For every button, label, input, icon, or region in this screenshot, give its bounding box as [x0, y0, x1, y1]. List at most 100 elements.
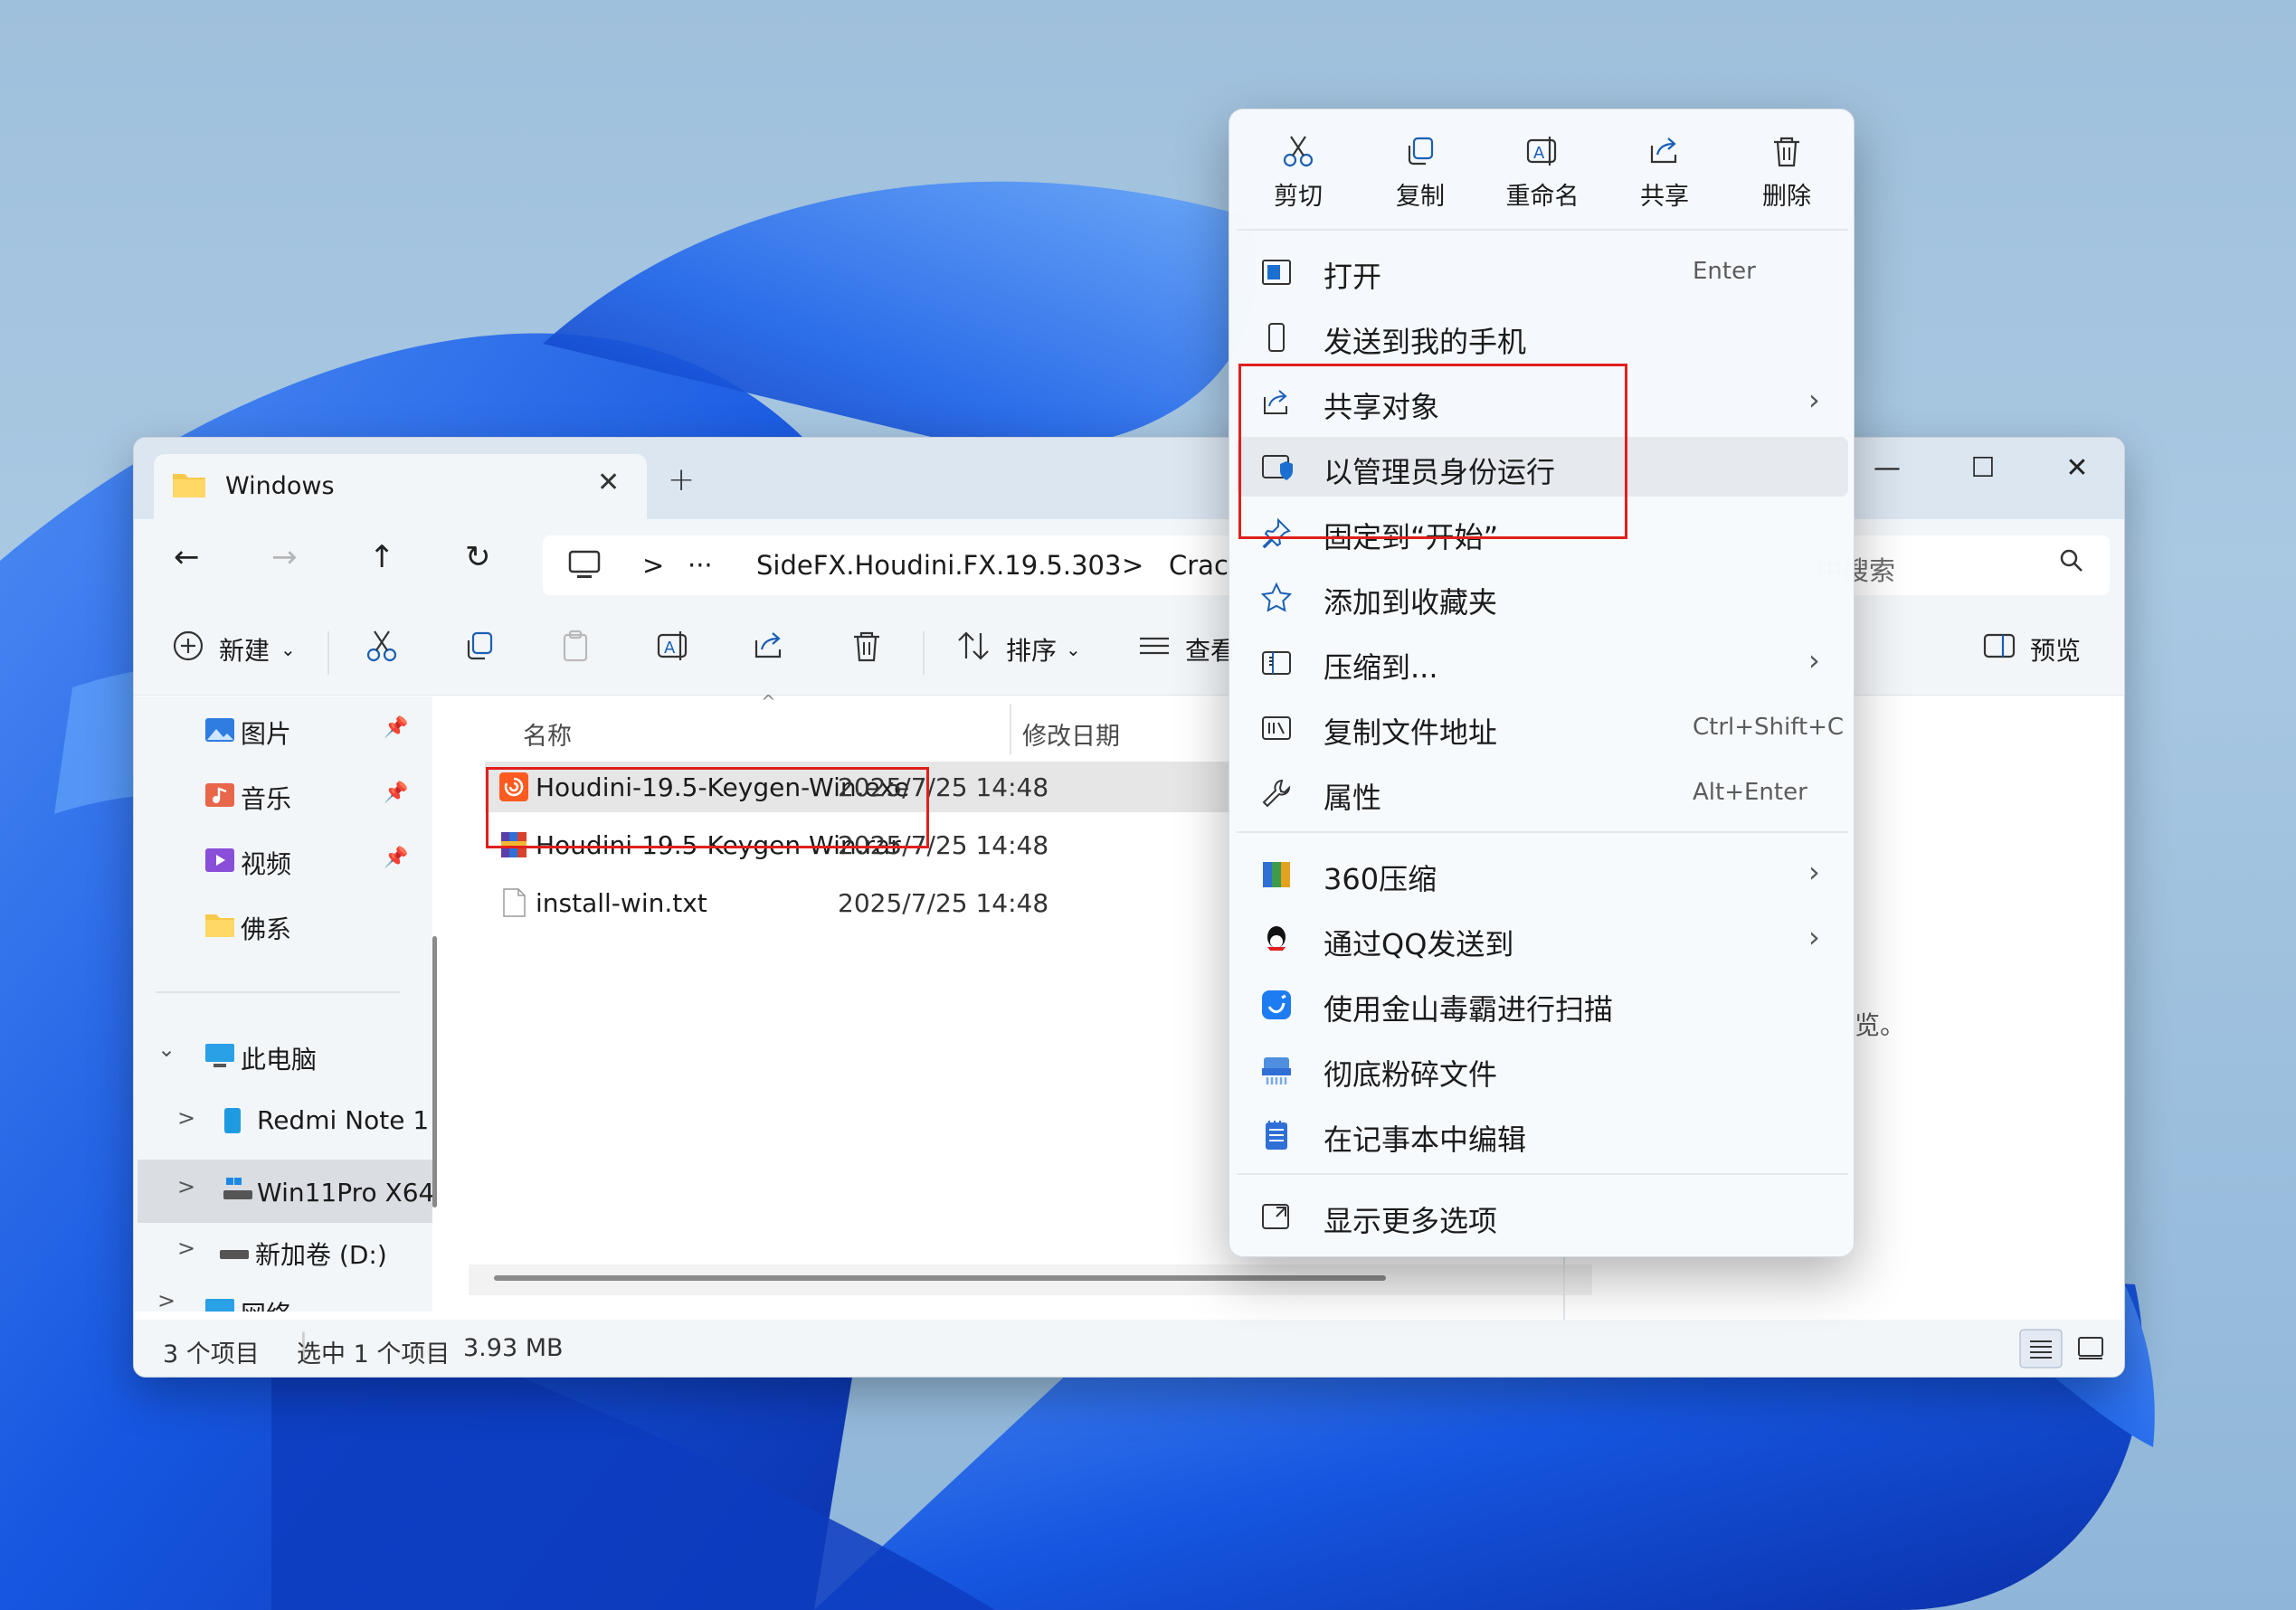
- file-name: install-win.txt: [536, 888, 707, 918]
- sidebar-item-music[interactable]: 音乐 📌: [134, 776, 414, 816]
- chevron-right-icon[interactable]: >: [177, 1236, 195, 1261]
- sidebar-scrollbar[interactable]: [432, 936, 437, 1208]
- chevron-right-icon[interactable]: >: [177, 1105, 195, 1131]
- menu-item-label: 属性: [1324, 781, 1382, 815]
- menu-item-show-more-options[interactable]: 显示更多选项: [1237, 1186, 1848, 1245]
- menu-item-edit-notepad[interactable]: 在记事本中编辑: [1237, 1104, 1848, 1164]
- delete-icon[interactable]: [849, 628, 885, 664]
- star-icon: [1260, 582, 1293, 612]
- breadcrumb-crack-folder[interactable]: Crac: [1169, 550, 1229, 581]
- menu-item-label: 360压缩: [1324, 862, 1437, 896]
- search-box[interactable]: 中搜索: [1817, 535, 2110, 595]
- file-date: 2025/7/25 14:48: [838, 888, 1049, 918]
- menu-item-properties[interactable]: 属性 Alt+Enter: [1237, 762, 1848, 822]
- column-divider[interactable]: [1010, 704, 1011, 754]
- new-button[interactable]: 新建: [219, 631, 270, 668]
- toolbar-divider: [923, 631, 925, 675]
- sidebar-item-foxi[interactable]: 佛系: [134, 906, 414, 946]
- tab-close-icon[interactable]: ✕: [597, 467, 620, 498]
- menu-item-open[interactable]: 打开 Enter: [1237, 242, 1848, 301]
- folder-icon: [205, 914, 234, 937]
- rename-action[interactable]: A 重命名: [1488, 129, 1597, 229]
- menu-item-shred-file[interactable]: 彻底粉碎文件: [1237, 1039, 1848, 1099]
- share-action[interactable]: 共享: [1610, 129, 1719, 229]
- annotation-highlight-file: [486, 767, 929, 848]
- refresh-button[interactable]: ↻: [465, 539, 491, 575]
- sidebar-item-label: Redmi Note 1: [257, 1105, 430, 1135]
- svg-text:A: A: [664, 639, 676, 658]
- sidebar-item-label: 视频: [241, 849, 292, 879]
- sort-arrow-icon: ^: [761, 691, 776, 713]
- phone-icon: [224, 1108, 241, 1133]
- tiles-view-icon[interactable]: [2077, 1336, 2104, 1361]
- sidebar-item-label: 图片: [241, 719, 292, 749]
- sort-button[interactable]: 排序: [1006, 631, 1057, 668]
- menu-item-send-to-phone[interactable]: 发送到我的手机: [1237, 307, 1848, 366]
- drive-icon: [220, 1250, 249, 1259]
- menu-item-label: 复制文件地址: [1324, 715, 1498, 750]
- delete-action[interactable]: 删除: [1732, 129, 1841, 229]
- copy-icon: [1408, 137, 1434, 166]
- cut-action[interactable]: 剪切: [1244, 129, 1352, 229]
- menu-item-copy-path[interactable]: 复制文件地址 Ctrl+Shift+C: [1237, 697, 1848, 757]
- chevron-right-icon[interactable]: >: [157, 1292, 176, 1312]
- chevron-down-icon: ⌄: [280, 639, 296, 660]
- horizontal-scrollbar[interactable]: [494, 1275, 1386, 1281]
- details-view-icon[interactable]: [2019, 1329, 2063, 1368]
- chevron-down-icon[interactable]: ⌄: [157, 1037, 176, 1062]
- close-button[interactable]: ✕: [2050, 452, 2104, 484]
- pin-icon[interactable]: 📌: [384, 716, 408, 739]
- qq-icon: [1267, 926, 1286, 951]
- pin-icon[interactable]: 📌: [384, 847, 408, 869]
- share-icon: [1650, 137, 1677, 164]
- cut-icon: [1283, 136, 1314, 167]
- column-header-modified[interactable]: 修改日期: [1022, 716, 1120, 752]
- share-icon[interactable]: [751, 628, 787, 664]
- breadcrumb-separator: >: [1122, 550, 1144, 581]
- menu-item-360-zip[interactable]: 360压缩 ›: [1237, 844, 1848, 904]
- text-file-icon: [503, 888, 526, 917]
- breadcrumb-houdini-folder[interactable]: SideFX.Houdini.FX.19.5.303: [756, 550, 1121, 581]
- menu-item-label: 打开: [1324, 260, 1382, 294]
- sidebar-item-pictures[interactable]: 图片 📌: [134, 711, 414, 751]
- chevron-right-icon[interactable]: >: [177, 1174, 195, 1199]
- menu-item-label: 通过QQ发送到: [1324, 927, 1514, 961]
- copy-action[interactable]: 复制: [1366, 129, 1475, 229]
- paste-icon[interactable]: [557, 628, 593, 664]
- chevron-right-icon: ›: [1808, 383, 1820, 417]
- menu-item-kingsoft-scan[interactable]: 使用金山毒霸进行扫描: [1237, 974, 1848, 1034]
- sidebar-item-videos[interactable]: 视频 📌: [134, 841, 414, 881]
- sidebar-item-win11pro[interactable]: > Win11Pro X64: [138, 1160, 434, 1223]
- preview-button[interactable]: 预览: [2030, 631, 2081, 668]
- sidebar-item-redmi-note[interactable]: > Redmi Note 1: [134, 1102, 432, 1141]
- back-button[interactable]: ←: [174, 539, 200, 575]
- toolbar-divider: [327, 631, 329, 675]
- rename-icon[interactable]: A: [655, 628, 691, 664]
- sidebar-item-network[interactable]: > 网络: [134, 1292, 432, 1312]
- minimize-button[interactable]: —: [1860, 452, 1914, 484]
- sidebar-item-this-pc[interactable]: ⌄ 此电脑: [134, 1037, 414, 1076]
- qa-label: 重命名: [1505, 183, 1580, 211]
- menu-item-label: 彻底粉碎文件: [1324, 1057, 1498, 1092]
- up-button[interactable]: ↑: [369, 539, 395, 575]
- cut-icon[interactable]: [364, 628, 400, 664]
- qa-label: 共享: [1640, 183, 1689, 211]
- search-icon: [2060, 549, 2083, 572]
- column-header-name[interactable]: 名称: [523, 716, 572, 752]
- item-count: 3 个项目: [163, 1340, 260, 1368]
- kingsoft-icon: [1262, 990, 1291, 1019]
- maximize-button[interactable]: ☐: [1956, 452, 2010, 484]
- sort-icon: [958, 631, 989, 660]
- open-icon: [1262, 260, 1291, 285]
- pin-icon[interactable]: 📌: [384, 781, 408, 804]
- new-tab-button[interactable]: +: [668, 461, 695, 498]
- tab-windows[interactable]: Windows ✕: [154, 454, 647, 521]
- menu-item-qq-send[interactable]: 通过QQ发送到 ›: [1237, 909, 1848, 969]
- menu-item-compress-to[interactable]: 压缩到... ›: [1237, 632, 1848, 692]
- menu-item-shortcut: Ctrl+Shift+C: [1693, 714, 1845, 741]
- breadcrumb-more[interactable]: ···: [688, 550, 713, 581]
- forward-button[interactable]: →: [271, 539, 298, 575]
- copy-icon[interactable]: [461, 628, 498, 664]
- menu-item-add-favorites[interactable]: 添加到收藏夹: [1237, 567, 1848, 627]
- sidebar-item-drive-d[interactable]: > 新加卷 (D:): [134, 1232, 432, 1272]
